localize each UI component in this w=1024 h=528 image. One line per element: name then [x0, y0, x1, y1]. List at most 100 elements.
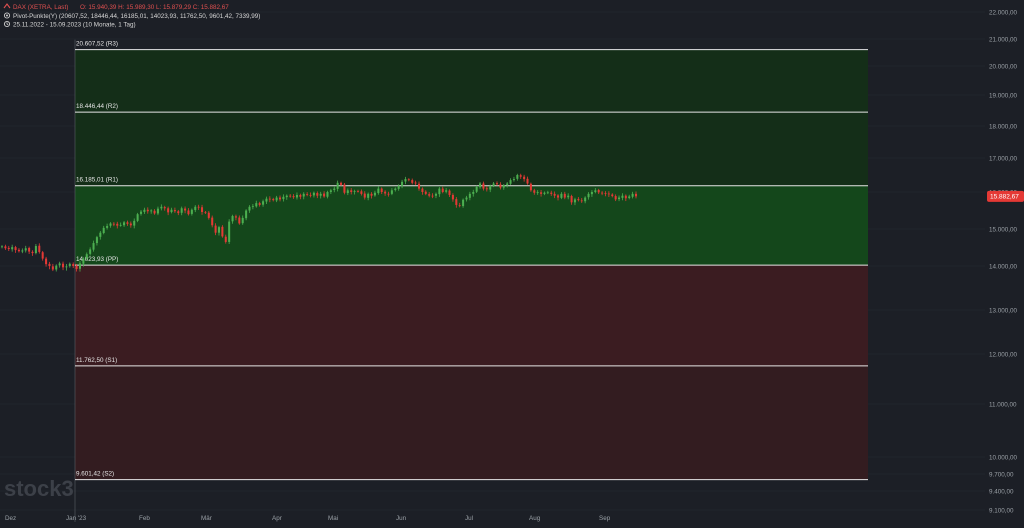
candle-body — [360, 191, 363, 194]
candle-body — [217, 227, 221, 233]
y-tick-label: 18.000,00 — [989, 123, 1018, 130]
candle-body — [384, 191, 387, 194]
indicator-label[interactable]: Pivot-Punkte(Y) (20607,52, 18446,44, 161… — [13, 13, 260, 20]
instrument-label[interactable]: DAX (XETRA, Last) — [13, 4, 68, 11]
candle-body — [634, 193, 638, 197]
x-tick-label: Feb — [139, 515, 150, 522]
candle-body — [85, 254, 88, 259]
candle-body — [604, 193, 607, 194]
candle-body — [150, 210, 153, 212]
candle-body — [68, 263, 71, 267]
candle-body — [312, 192, 315, 196]
pivot-label-r3: 20.607,52 (R3) — [76, 41, 118, 48]
candle-body — [431, 195, 434, 197]
candle-body — [340, 182, 343, 185]
candle-body — [540, 192, 543, 194]
candle-body — [343, 184, 346, 193]
y-tick-label: 15.000,00 — [989, 226, 1018, 233]
candle-body — [417, 183, 421, 189]
date-range-label: 25.11.2022 - 15.09.2023 (10 Monate, 1 Ta… — [13, 22, 136, 29]
candle-body — [387, 193, 390, 195]
resistance-zone-upper — [75, 49, 868, 186]
candle-body — [424, 191, 427, 194]
candle-body — [65, 266, 68, 268]
candle-body — [99, 232, 102, 237]
y-tick-label: 20.000,00 — [989, 63, 1018, 70]
candle-body — [92, 243, 95, 250]
candle-body — [258, 203, 261, 205]
candle-body — [506, 183, 509, 185]
candle-body — [353, 190, 356, 192]
candle-body — [255, 203, 258, 207]
candle-body — [123, 222, 126, 226]
instrument-icon — [3, 3, 11, 9]
candle-body — [390, 190, 393, 194]
candle-body — [567, 195, 570, 198]
last-price-label: 15.882,67 — [990, 194, 1019, 201]
x-tick-label: Mai — [328, 515, 338, 522]
candle-body — [292, 196, 295, 198]
y-tick-label: 9.100,00 — [989, 507, 1014, 514]
candle-body — [458, 205, 461, 207]
candle-body — [363, 193, 366, 198]
candle-body — [153, 210, 156, 214]
candle-body — [197, 206, 200, 208]
candle-body — [194, 206, 197, 211]
candle-body — [482, 183, 485, 189]
candle-body — [282, 196, 285, 200]
candle-body — [323, 193, 326, 197]
candle-body — [78, 263, 81, 269]
candle-body — [462, 199, 465, 207]
candle-body — [248, 206, 251, 211]
candle-body — [82, 258, 85, 264]
candle-body — [45, 258, 48, 265]
candle-body — [451, 194, 454, 200]
y-tick-label: 21.000,00 — [989, 36, 1018, 43]
y-tick-label: 11.000,00 — [989, 401, 1017, 408]
x-tick-label: Apr — [272, 515, 282, 522]
candle-body — [448, 190, 451, 195]
candle-body — [126, 222, 129, 224]
candle-body — [492, 183, 495, 186]
candle-body — [136, 214, 139, 221]
candle-body — [380, 188, 383, 192]
candle-body — [411, 180, 414, 183]
candle-body — [516, 175, 519, 179]
candle-body — [299, 194, 302, 197]
chart-area[interactable]: 20.607,52 (R3) 18.446,44 (R2) 16.185,01 (R… — [0, 0, 1024, 523]
x-tick-label: Mär — [201, 515, 212, 522]
candle-body — [214, 225, 217, 233]
x-axis: Dez Jan '23 Feb Mär Apr Mai Jun Jul Aug Sep — [5, 515, 611, 522]
candle-body — [489, 185, 492, 190]
candle-body — [401, 181, 404, 186]
candle-body — [204, 212, 207, 214]
candle-body — [24, 248, 27, 251]
candle-body — [173, 210, 176, 212]
candle-body — [245, 210, 248, 219]
candle-body — [377, 188, 380, 194]
candle-body — [319, 193, 322, 196]
x-tick-label: Jan '23 — [66, 515, 87, 522]
candle-body — [34, 246, 37, 254]
candle-body — [434, 193, 437, 196]
candle-body — [251, 206, 254, 207]
candle-body — [618, 197, 621, 200]
candle-body — [350, 190, 353, 192]
indicator-eye-icon[interactable] — [3, 12, 11, 19]
candle-body — [336, 182, 339, 189]
candle-body — [512, 179, 515, 181]
candle-body — [306, 194, 309, 195]
candle-body — [241, 217, 244, 224]
candle-body — [21, 250, 24, 252]
candlestick-chart[interactable]: 20.607,52 (R3) 18.446,44 (R2) 16.185,01 (R… — [0, 0, 1024, 523]
candle-body — [329, 190, 332, 192]
candle-body — [234, 216, 237, 218]
candle-body — [119, 224, 122, 226]
candle-body — [597, 190, 600, 193]
x-tick-label: Sep — [599, 515, 611, 522]
candle-body — [445, 190, 448, 192]
candle-body — [479, 183, 482, 188]
candle-body — [89, 249, 92, 254]
candle-body — [509, 180, 512, 184]
candle-body — [356, 191, 360, 193]
